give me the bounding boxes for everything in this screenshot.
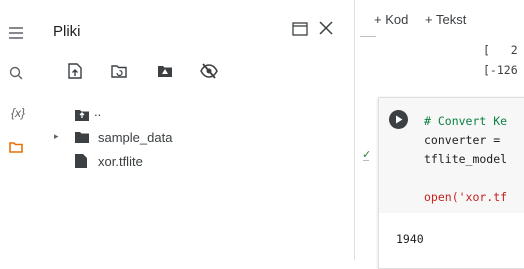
search-icon[interactable] xyxy=(6,63,26,83)
open-in-window-icon[interactable] xyxy=(292,22,310,38)
code-line-3: tflite_model xyxy=(424,152,508,166)
cell-output: 1940 xyxy=(396,232,424,246)
tree-parent-label: .. xyxy=(94,103,102,119)
menu-icon[interactable] xyxy=(6,23,26,43)
tree-item-label: sample_data xyxy=(98,129,173,145)
folder-up-icon xyxy=(75,110,89,121)
visibility-off-icon[interactable] xyxy=(200,62,218,80)
add-code-button[interactable]: + Kod xyxy=(374,12,408,27)
panel-title: Pliki xyxy=(53,23,81,40)
variables-icon[interactable]: {x} xyxy=(6,103,30,123)
tree-item-sample-data[interactable]: sample_data xyxy=(74,127,172,147)
add-text-button[interactable]: + Tekst xyxy=(425,12,466,27)
folder-icon[interactable] xyxy=(6,137,26,157)
code-line-5: open('xor.tf xyxy=(424,190,508,204)
tree-item-label: xor.tflite xyxy=(98,153,143,169)
folder-refresh-icon[interactable] xyxy=(110,62,128,80)
prev-cell-gutter xyxy=(360,36,376,47)
run-cell-button[interactable] xyxy=(389,110,408,129)
drive-icon[interactable] xyxy=(156,62,174,80)
code-line-2: converter = xyxy=(424,133,508,147)
execution-time-icon xyxy=(363,160,369,161)
upload-icon[interactable] xyxy=(66,62,84,80)
prev-output-line-1: [ 2 xyxy=(483,43,518,57)
tree-item-xor-tflite[interactable]: xor.tflite xyxy=(74,151,143,171)
expand-arrow-icon[interactable]: ▸ xyxy=(54,131,59,142)
close-icon[interactable] xyxy=(319,21,335,37)
tree-parent-folder[interactable]: .. xyxy=(74,103,102,125)
prev-output-line-2: [-126 xyxy=(483,63,518,77)
play-icon xyxy=(395,115,402,124)
code-line-1: # Convert Ke xyxy=(424,114,508,128)
file-icon xyxy=(75,154,87,168)
panel-divider[interactable] xyxy=(354,0,355,260)
folder-icon xyxy=(75,132,89,143)
